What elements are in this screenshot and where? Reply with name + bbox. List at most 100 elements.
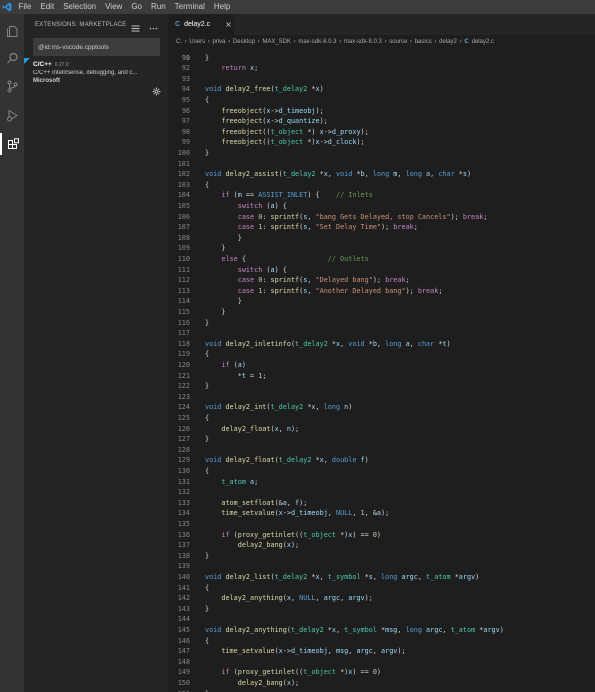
- code-token: *): [335, 668, 349, 677]
- code-token: }: [205, 297, 242, 306]
- line-number: 151: [168, 689, 190, 692]
- line-number: 113: [177, 286, 190, 295]
- code-line: 109 }: [168, 243, 595, 254]
- code-token: t_symbol: [327, 572, 361, 581]
- code-token: *: [205, 371, 242, 380]
- code-token: {: [205, 413, 210, 422]
- more-actions-icon[interactable]: [149, 18, 158, 37]
- code-token: switch: [237, 265, 263, 274]
- code-token: :: [262, 212, 271, 221]
- code-line: 92: [168, 63, 595, 74]
- code-token: argc: [323, 594, 341, 603]
- menu-help[interactable]: Help: [209, 0, 234, 14]
- breadcrumb-segment[interactable]: Desktop: [233, 39, 255, 45]
- code-token: );: [290, 678, 300, 687]
- code-line: 128: [168, 445, 595, 456]
- code-token: t_delay2: [290, 625, 324, 634]
- close-icon[interactable]: ×: [225, 20, 232, 29]
- line-number: 99: [181, 138, 190, 147]
- menu-selection[interactable]: Selection: [59, 0, 101, 14]
- code-token: ,: [307, 276, 316, 285]
- code-token: ,: [327, 509, 336, 518]
- code-token: time_setvalue: [221, 509, 275, 518]
- code-line: 150 delay2_bang(x);: [168, 678, 595, 689]
- code-token: void: [348, 339, 365, 348]
- code-token: freeobject: [221, 117, 263, 126]
- breadcrumb-segment[interactable]: basics: [415, 39, 432, 45]
- line-code: }: [205, 318, 209, 329]
- menu-go[interactable]: Go: [127, 0, 147, 14]
- extension-search-input[interactable]: [38, 43, 159, 51]
- menu-terminal[interactable]: Terminal: [170, 0, 209, 14]
- breadcrumb-segment[interactable]: max-sdk-8.0.3: [298, 39, 336, 45]
- breadcrumb-segment[interactable]: C:: [176, 39, 182, 45]
- line-code: {: [205, 180, 209, 191]
- code-token: ,: [397, 625, 406, 634]
- code-line: 93: [168, 74, 595, 85]
- code-token: t_object: [270, 127, 304, 136]
- code-token: {: [205, 636, 210, 645]
- code-line: 130 {: [168, 466, 595, 477]
- line-number: 112: [177, 276, 190, 285]
- code-token: ): [499, 625, 504, 634]
- code-editor[interactable]: 90 return x; 91} 92 93 94 void delay2_free(t…: [168, 48, 595, 692]
- line-code: switch (a) {: [205, 201, 287, 212]
- filter-list-icon[interactable]: [131, 18, 140, 37]
- line-code: freeobject((t_object *)x->d_clock);: [205, 137, 364, 148]
- breadcrumb-segment[interactable]: Users: [189, 39, 205, 45]
- line-code: void delay2_float(t_delay2 *x, double f): [205, 455, 369, 466]
- breadcrumb-segment[interactable]: priva: [212, 39, 225, 45]
- menu-run[interactable]: Run: [146, 0, 170, 14]
- code-line: 100}: [168, 148, 595, 159]
- extensions-icon[interactable]: [0, 133, 24, 155]
- code-token: );: [315, 106, 324, 115]
- line-code: *t = 1;: [205, 371, 267, 382]
- code-token: );: [364, 594, 373, 603]
- code-token: d_timeobj: [278, 106, 316, 115]
- code-token: delay2_list: [225, 572, 271, 581]
- code-line: 108 }: [168, 233, 595, 244]
- code-line: 151}: [168, 689, 595, 692]
- breadcrumb-segment[interactable]: delay2: [439, 39, 457, 45]
- line-number: 115: [177, 307, 190, 316]
- breadcrumb-segment[interactable]: delay2.c: [472, 39, 494, 45]
- line-code: void delay2_inletinfo(t_delay2 *x, void …: [205, 339, 451, 350]
- menu-edit[interactable]: Edit: [36, 0, 59, 14]
- search-icon[interactable]: [0, 47, 24, 69]
- code-token: ): [241, 360, 246, 369]
- code-token: time_setvalue: [221, 647, 275, 656]
- code-token: :: [262, 276, 271, 285]
- source-control-icon[interactable]: [0, 75, 24, 97]
- breadcrumb-segment[interactable]: source: [389, 39, 407, 45]
- line-number: 139: [177, 562, 190, 571]
- code-line: 115 }: [168, 307, 595, 318]
- code-token: :: [262, 286, 271, 295]
- menu-view[interactable]: View: [101, 0, 127, 14]
- code-token: t_delay2: [274, 85, 308, 94]
- run-debug-icon[interactable]: [0, 104, 24, 126]
- code-token: *: [352, 170, 361, 179]
- code-token: t_delay2: [282, 170, 316, 179]
- code-token: // Outlets: [327, 254, 369, 263]
- tab-delay2-c[interactable]: C delay2.c ×: [168, 14, 234, 35]
- code-token: delay2_float: [225, 456, 275, 465]
- code-token: proxy_getinlet: [237, 530, 296, 539]
- code-token: ,: [319, 572, 328, 581]
- code-token: delay2_float: [221, 424, 271, 433]
- explorer-icon[interactable]: [0, 20, 24, 42]
- code-line: 107 case 1: sprintf(s, "Set Delay Time")…: [168, 222, 595, 233]
- breadcrumb-separator-icon: ›: [384, 38, 387, 45]
- breadcrumb-separator-icon: ›: [409, 38, 413, 45]
- extension-item-cpptools[interactable]: C/C++ 0.27.0 C/C++ IntelliSense, debuggi…: [24, 58, 168, 96]
- menu-file[interactable]: File: [14, 0, 36, 14]
- line-number: 119: [177, 350, 190, 359]
- code-token: break: [393, 223, 414, 232]
- line-number: 132: [177, 488, 190, 497]
- extension-search-box[interactable]: [33, 38, 160, 56]
- breadcrumb-segment[interactable]: max-sdk-8.0.3: [344, 39, 382, 45]
- line-number: 148: [177, 657, 190, 666]
- breadcrumb-segment[interactable]: MAX_SDK: [262, 39, 291, 45]
- gear-icon[interactable]: [152, 81, 161, 96]
- line-number: 150: [177, 678, 190, 687]
